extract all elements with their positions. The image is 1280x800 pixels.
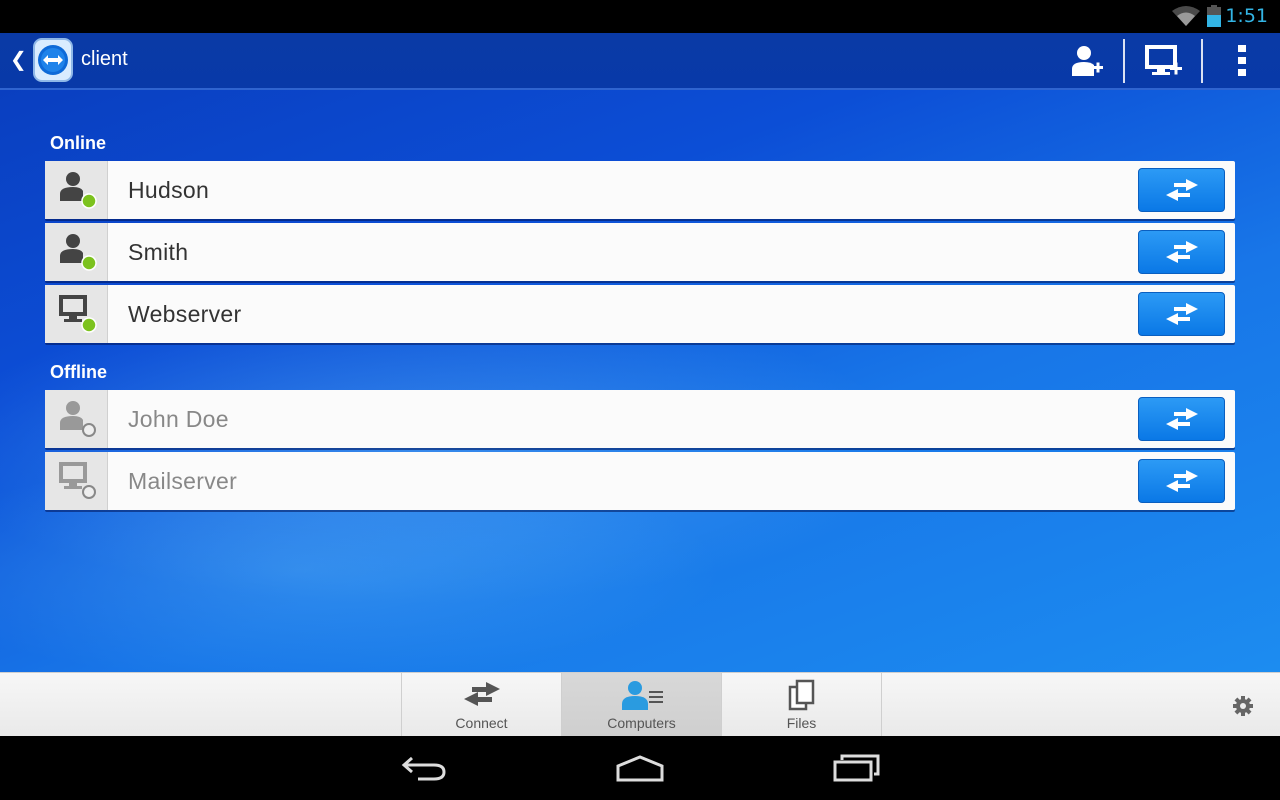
list-item[interactable]: Webserver bbox=[45, 285, 1235, 343]
wifi-icon bbox=[1172, 6, 1200, 30]
battery-icon bbox=[1207, 5, 1221, 31]
files-icon bbox=[787, 679, 817, 715]
tab-computers[interactable]: Computers bbox=[561, 673, 721, 737]
tab-label: Computers bbox=[607, 715, 676, 731]
connect-button[interactable] bbox=[1138, 397, 1225, 441]
teamviewer-logo[interactable] bbox=[32, 37, 74, 87]
contact-offline-icon bbox=[45, 390, 108, 448]
contact-online-icon bbox=[45, 161, 108, 219]
connect-arrows-icon bbox=[1165, 470, 1198, 492]
back-chevron-icon[interactable]: ❮ bbox=[10, 47, 27, 71]
connect-button[interactable] bbox=[1138, 292, 1225, 336]
overflow-menu-icon bbox=[1238, 44, 1246, 76]
action-bar: ❮ client bbox=[0, 33, 1280, 90]
computer-offline-icon bbox=[45, 452, 108, 510]
section-header-offline: Offline bbox=[50, 362, 107, 382]
status-bar: 1:51 bbox=[0, 0, 1280, 33]
list-item[interactable]: Smith bbox=[45, 223, 1235, 281]
list-item-name: Hudson bbox=[128, 177, 210, 203]
action-separator bbox=[1201, 39, 1203, 83]
computers-icon bbox=[619, 679, 665, 715]
list-item-name: Mailserver bbox=[128, 468, 238, 494]
connect-button[interactable] bbox=[1138, 459, 1225, 503]
tab-files[interactable]: Files bbox=[721, 673, 882, 737]
computers-list: Online Hudson Smith Webserver Offline Jo… bbox=[0, 90, 1280, 672]
bottom-tab-bar: Connect Computers Files bbox=[0, 672, 1280, 737]
add-contact-button[interactable] bbox=[1058, 33, 1116, 88]
connect-arrows-icon bbox=[1165, 179, 1198, 201]
back-icon[interactable] bbox=[400, 754, 448, 786]
arrows-icon bbox=[460, 679, 504, 713]
overflow-menu-button[interactable] bbox=[1212, 33, 1272, 88]
list-item-name: John Doe bbox=[128, 406, 229, 432]
settings-gear-icon[interactable] bbox=[1232, 695, 1254, 721]
connect-arrows-icon bbox=[1165, 408, 1198, 430]
screen-title: client bbox=[81, 48, 128, 70]
list-item-name: Webserver bbox=[128, 301, 242, 327]
tab-label: Files bbox=[786, 715, 817, 731]
action-separator bbox=[1123, 39, 1125, 83]
clock: 1:51 bbox=[1225, 5, 1268, 27]
contact-online-icon bbox=[45, 223, 108, 281]
section-header-online: Online bbox=[50, 133, 107, 153]
list-item[interactable]: John Doe bbox=[45, 390, 1235, 448]
connect-button[interactable] bbox=[1138, 230, 1225, 274]
home-icon[interactable] bbox=[615, 754, 665, 786]
list-item[interactable]: Mailserver bbox=[45, 452, 1235, 510]
add-contact-icon bbox=[1072, 45, 1103, 76]
list-item[interactable]: Hudson bbox=[45, 161, 1235, 219]
tab-connect[interactable]: Connect bbox=[401, 673, 561, 737]
list-item-name: Smith bbox=[128, 239, 189, 265]
add-computer-icon bbox=[1145, 44, 1182, 75]
computer-online-icon bbox=[45, 285, 108, 343]
connect-arrows-icon bbox=[1165, 241, 1198, 263]
navigation-bar bbox=[0, 736, 1280, 800]
add-computer-button[interactable] bbox=[1134, 33, 1194, 88]
connect-button[interactable] bbox=[1138, 168, 1225, 212]
recent-apps-icon[interactable] bbox=[832, 754, 882, 786]
screen: 1:51 ❮ client Online Hudson Smith Webser… bbox=[0, 0, 1280, 800]
connect-arrows-icon bbox=[1165, 303, 1198, 325]
tab-label: Connect bbox=[455, 715, 508, 731]
